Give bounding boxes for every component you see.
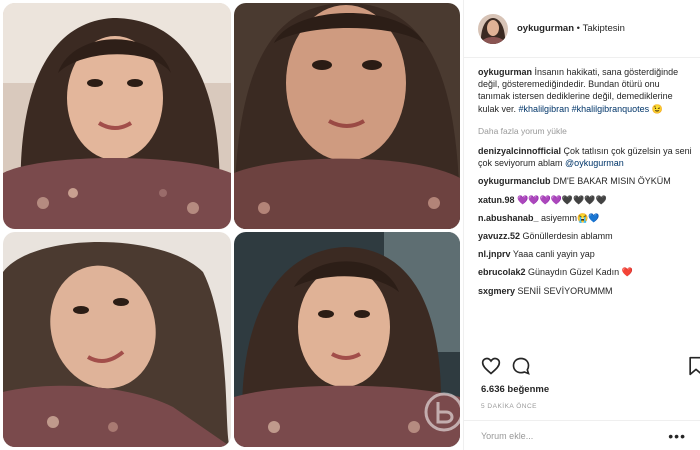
photo-tile-bottom-left[interactable]: [3, 232, 231, 447]
post-caption: oykugurman İnsanın hakikati, sana göster…: [478, 66, 693, 115]
load-more-comments-link[interactable]: Daha fazla yorum yükle: [478, 125, 693, 137]
site-watermark-logo: [424, 392, 464, 432]
post-side-panel: oykugurman • Takiptesin oykugurman İnsan…: [463, 0, 700, 450]
comment-text: asiyemm😭💙: [541, 212, 600, 223]
comment-item: ebrucolak2 Günaydın Güzel Kadın ❤️: [478, 266, 693, 278]
comment-username[interactable]: n.abushanab_: [478, 213, 539, 223]
comment-item: sxgmery SENİİ SEVİYORUMMM: [478, 285, 693, 297]
speech-bubble-icon[interactable]: [511, 356, 531, 376]
heart-outline-icon[interactable]: [481, 356, 501, 376]
photo-tile-top-left[interactable]: [3, 3, 231, 229]
post-username[interactable]: oykugurman: [517, 23, 574, 34]
photo-tile-top-right[interactable]: [234, 3, 460, 229]
photo-collage[interactable]: [0, 0, 464, 450]
comment-mention[interactable]: @oykugurman: [565, 158, 624, 168]
comment-username[interactable]: oykugurmanclub: [478, 176, 551, 186]
comments-list: oykugurman İnsanın hakikati, sana göster…: [478, 66, 693, 303]
hashtag-link[interactable]: #khalilgibran: [519, 104, 570, 114]
caption-emoji: 😉: [651, 103, 663, 114]
more-options-icon[interactable]: •••: [668, 428, 686, 444]
likes-count[interactable]: 6.636 beğenme: [481, 384, 549, 395]
comment-username[interactable]: xatun.98: [478, 195, 515, 205]
post-header: oykugurman • Takiptesin: [464, 0, 700, 58]
comment-username[interactable]: nl.jnprv: [478, 249, 511, 259]
comment-input[interactable]: [481, 430, 651, 441]
comment-username[interactable]: sxgmery: [478, 286, 515, 296]
avatar[interactable]: [478, 13, 508, 44]
caption-username[interactable]: oykugurman: [478, 67, 532, 77]
post-timestamp: 5 DAKİKA ÖNCE: [481, 403, 537, 410]
follow-status[interactable]: Takiptesin: [583, 23, 625, 34]
comment-text: Günaydın Güzel Kadın ❤️: [528, 267, 633, 278]
comment-text: Yaaa canli yayin yap: [512, 249, 595, 260]
comment-text: 💜💜💜💜🖤🖤🖤🖤: [517, 194, 607, 205]
comment-text: DM'E BAKAR MISIN ÖYKÜM: [553, 176, 671, 187]
bookmark-icon[interactable]: [686, 356, 700, 376]
header-separator: •: [576, 23, 580, 34]
comment-username[interactable]: yavuzz.52: [478, 231, 520, 241]
comment-text: Gönüllerdesin ablamm: [522, 231, 613, 242]
comment-item: yavuzz.52 Gönüllerdesin ablamm: [478, 230, 693, 242]
comment-item: oykugurmanclub DM'E BAKAR MISIN ÖYKÜM: [478, 175, 693, 187]
post-header-text: oykugurman • Takiptesin: [517, 23, 625, 34]
comment-item: nl.jnprv Yaaa canli yayin yap: [478, 248, 693, 260]
hashtag-link[interactable]: #khalilgibranquotes: [572, 104, 650, 114]
comment-username[interactable]: denizyalcinnofficial: [478, 146, 561, 156]
comment-item: xatun.98 💜💜💜💜🖤🖤🖤🖤: [478, 194, 693, 206]
comment-item: n.abushanab_ asiyemm😭💙: [478, 212, 693, 224]
comment-item: denizyalcinnofficial Çok tatlısın çok gü…: [478, 145, 693, 169]
comment-username[interactable]: ebrucolak2: [478, 267, 526, 277]
comment-text: SENİİ SEVİYORUMMM: [517, 285, 613, 296]
add-comment-bar: •••: [463, 420, 700, 450]
